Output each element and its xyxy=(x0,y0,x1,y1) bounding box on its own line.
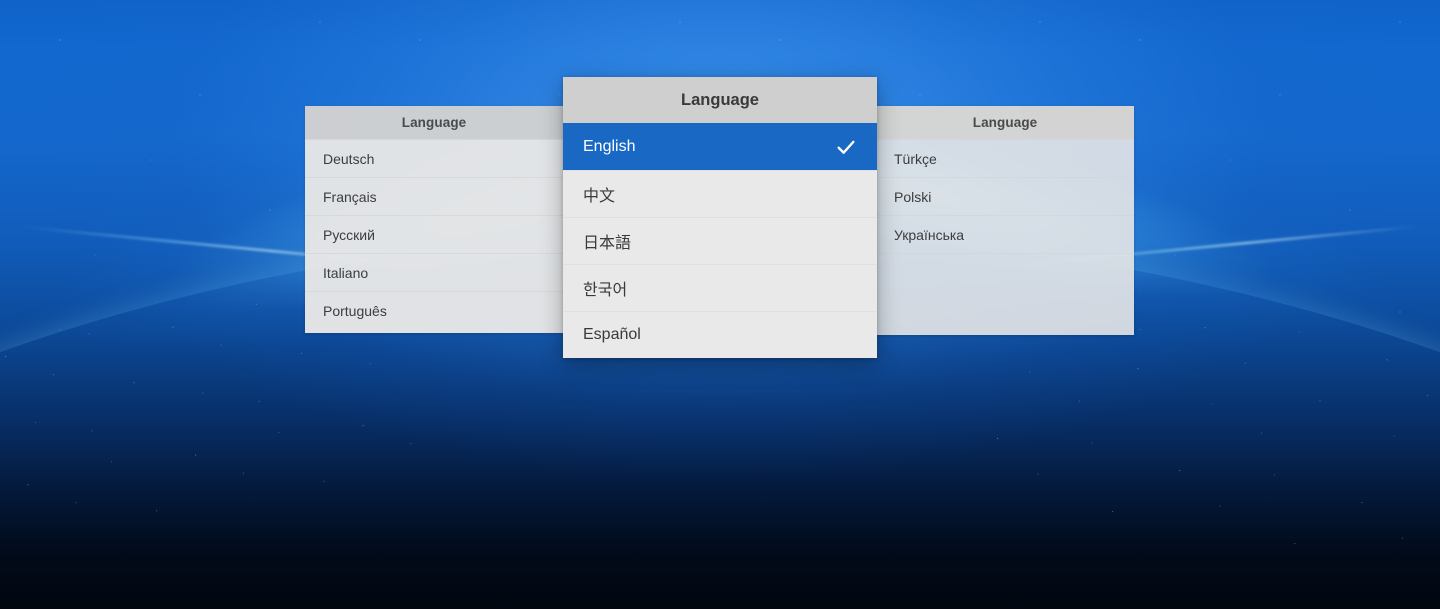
language-label: Deutsch xyxy=(323,150,375,167)
panel-right-title: Language xyxy=(876,106,1134,139)
list-item[interactable]: Français xyxy=(305,177,563,215)
list-empty-area xyxy=(876,253,1134,291)
dialog-option-spanish[interactable]: Español xyxy=(563,311,877,358)
screen: Language Deutsch Français Русский Italia… xyxy=(0,0,1440,609)
list-item[interactable]: Português xyxy=(305,291,563,329)
language-label: Italiano xyxy=(323,264,369,281)
dialog-option-label: 日本語 xyxy=(583,235,632,252)
list-item[interactable]: Deutsch xyxy=(305,139,563,177)
dialog-option-label: Español xyxy=(583,326,641,343)
check-icon xyxy=(835,136,857,158)
dialog-option-english[interactable]: English xyxy=(563,123,877,170)
language-label: Polski xyxy=(894,188,932,205)
language-dialog: Language English 中文 日本語 한국어 Español xyxy=(563,77,877,358)
list-item[interactable]: Polski xyxy=(876,177,1134,215)
dialog-option-chinese[interactable]: 中文 xyxy=(563,170,877,217)
language-label: Türkçe xyxy=(894,150,937,167)
panel-left-title: Language xyxy=(305,106,563,139)
list-item[interactable]: Türkçe xyxy=(876,139,1134,177)
language-label: Português xyxy=(323,302,387,319)
language-label: Русский xyxy=(323,226,375,243)
dialog-option-label: 中文 xyxy=(583,188,616,205)
list-item[interactable]: Italiano xyxy=(305,253,563,291)
list-item[interactable]: Українська xyxy=(876,215,1134,253)
dialog-option-japanese[interactable]: 日本語 xyxy=(563,217,877,264)
language-panel-right: Language Türkçe Polski Українська xyxy=(876,106,1134,335)
dialog-title: Language xyxy=(563,77,877,123)
dialog-option-korean[interactable]: 한국어 xyxy=(563,264,877,311)
dialog-option-label: 한국어 xyxy=(583,282,628,299)
dialog-option-label: English xyxy=(583,138,636,155)
list-item[interactable]: Русский xyxy=(305,215,563,253)
language-label: Українська xyxy=(894,226,965,243)
language-panel-left: Language Deutsch Français Русский Italia… xyxy=(305,106,563,333)
language-label: Français xyxy=(323,188,377,205)
